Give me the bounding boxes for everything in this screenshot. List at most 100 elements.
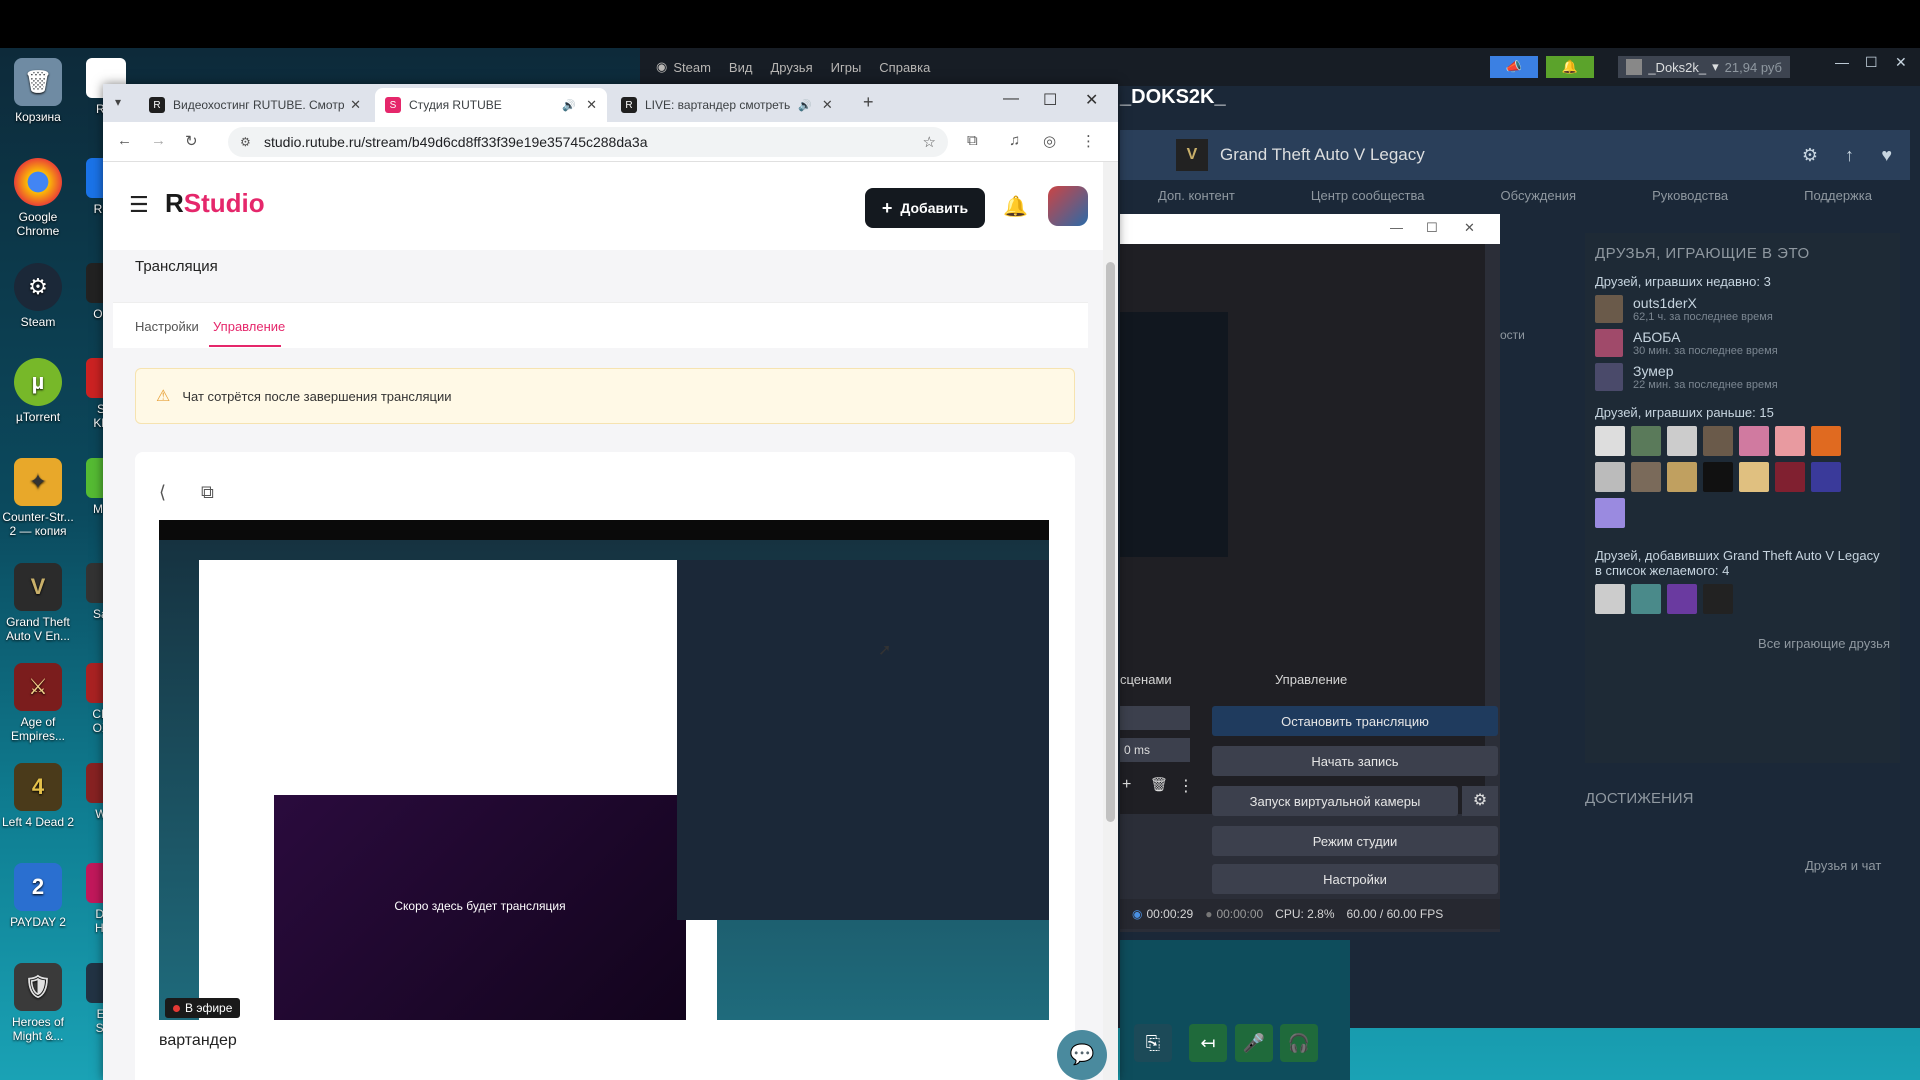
chrome-menu-icon[interactable]: ⋮	[1081, 132, 1096, 150]
friend-avatar[interactable]	[1775, 462, 1805, 492]
media-control-icon[interactable]: ♫	[1009, 132, 1020, 149]
video-player[interactable]: Скоро здесь будет трансляция В эфире	[159, 520, 1049, 1020]
exit-icon[interactable]: ↤	[1189, 1024, 1227, 1062]
tab-manage[interactable]: Управление	[213, 319, 285, 334]
back-icon[interactable]: ←	[117, 132, 132, 149]
desktop-icon-chrome[interactable]: Google Chrome	[0, 158, 76, 238]
trash-icon[interactable]: 🗑	[1150, 776, 1168, 793]
site-info-icon[interactable]: ⚙	[240, 135, 251, 149]
reload-icon[interactable]: ↻	[185, 132, 198, 150]
add-button[interactable]: + Добавить	[865, 188, 985, 228]
friend-avatar[interactable]	[1595, 498, 1625, 528]
friend-avatar[interactable]	[1595, 462, 1625, 492]
bookmark-star-icon[interactable]: ☆	[923, 133, 936, 151]
tab-search-icon[interactable]: ▾	[115, 95, 121, 109]
close-tab-icon[interactable]: ✕	[586, 97, 597, 113]
steam-minimize-icon[interactable]: —	[1835, 54, 1849, 70]
scrollbar-thumb[interactable]	[1106, 262, 1115, 822]
friend-avatar[interactable]	[1595, 584, 1625, 614]
tab-discussions[interactable]: Обсуждения	[1501, 188, 1577, 218]
tab-settings[interactable]: Настройки	[135, 319, 199, 334]
start-record-button[interactable]: Начать запись	[1212, 746, 1498, 776]
desktop-icon-steam[interactable]: ⚙ Steam	[0, 263, 76, 329]
friend-avatar[interactable]	[1703, 584, 1733, 614]
friend-avatar[interactable]	[1811, 426, 1841, 456]
bell-icon[interactable]: 🔔	[1003, 194, 1028, 219]
friend-avatar[interactable]	[1631, 462, 1661, 492]
friend-avatar[interactable]	[1739, 462, 1769, 492]
steam-menu-help[interactable]: Справка	[879, 60, 930, 75]
tab-support[interactable]: Поддержка	[1804, 188, 1872, 218]
broadcast-button[interactable]: 📣	[1490, 56, 1538, 78]
more-icon[interactable]: ⋮	[1178, 776, 1194, 796]
attach-icon[interactable]: ⎘	[1134, 1024, 1172, 1062]
microphone-icon[interactable]: 🎤	[1235, 1024, 1273, 1062]
desktop-icon-left4dead[interactable]: 4 Left 4 Dead 2	[0, 763, 76, 829]
share-icon[interactable]: ⟨	[159, 482, 166, 503]
friend-avatar[interactable]	[1631, 426, 1661, 456]
speaker-icon[interactable]: 🔊	[798, 99, 812, 112]
friend-avatar[interactable]	[1703, 426, 1733, 456]
rutube-studio-logo[interactable]: RStudio	[165, 188, 265, 219]
minimize-icon[interactable]: —	[1003, 90, 1019, 108]
heart-icon[interactable]: ♥	[1881, 145, 1892, 166]
friend-avatar[interactable]	[1631, 584, 1661, 614]
close-icon[interactable]: ✕	[1085, 90, 1098, 110]
tab-guides[interactable]: Руководства	[1652, 188, 1728, 218]
address-bar[interactable]: ⚙ studio.rutube.ru/stream/b49d6cd8ff33f3…	[228, 127, 948, 157]
steam-menu-friends[interactable]: Друзья	[770, 60, 812, 75]
obs-minimize-icon[interactable]: —	[1390, 220, 1403, 235]
browser-tab-active[interactable]: S Студия RUTUBE 🔊 ✕	[375, 88, 607, 122]
upload-icon[interactable]: ↑	[1845, 145, 1854, 166]
steam-maximize-icon[interactable]: ☐	[1865, 54, 1878, 71]
help-chat-button[interactable]: 💬	[1057, 1030, 1107, 1080]
friend-avatar[interactable]	[1811, 462, 1841, 492]
steam-menu-steam[interactable]: Steam	[673, 60, 711, 75]
desktop-icon-heroes[interactable]: 🛡 Heroes of Might &...	[0, 963, 76, 1043]
friend-avatar[interactable]	[1703, 462, 1733, 492]
desktop-icon-counter-strike[interactable]: ✦ Counter-Str... 2 — копия	[0, 458, 76, 538]
studio-mode-button[interactable]: Режим студии	[1212, 826, 1498, 856]
close-tab-icon[interactable]: ✕	[822, 97, 833, 113]
obs-maximize-icon[interactable]: ☐	[1426, 220, 1438, 236]
friend-avatar[interactable]	[1595, 426, 1625, 456]
speaker-icon[interactable]: 🔊	[562, 99, 576, 112]
friend-avatar[interactable]	[1739, 426, 1769, 456]
profile-icon[interactable]: ◎	[1043, 132, 1056, 150]
notifications-button[interactable]: 🔔	[1546, 56, 1594, 78]
desktop-icon-payday2[interactable]: 2 PAYDAY 2	[0, 863, 76, 929]
steam-menu-view[interactable]: Вид	[729, 60, 753, 75]
forward-icon[interactable]: →	[151, 132, 166, 149]
desktop-icon-age-of-empires[interactable]: ⚔ Age of Empires...	[0, 663, 76, 743]
obs-settings-button[interactable]: Настройки	[1212, 864, 1498, 894]
delay-field[interactable]: 0 ms	[1120, 738, 1190, 762]
hamburger-menu-icon[interactable]: ☰	[129, 192, 149, 218]
friends-chat-button[interactable]: Друзья и чат	[1805, 858, 1881, 873]
extensions-icon[interactable]: ⧉	[967, 132, 978, 149]
headphones-icon[interactable]: 🎧	[1280, 1024, 1318, 1062]
desktop-icon-recycle-bin[interactable]: 🗑 Корзина	[0, 58, 76, 124]
obs-close-icon[interactable]: ✕	[1464, 220, 1475, 236]
steam-close-icon[interactable]: ✕	[1895, 54, 1907, 71]
close-tab-icon[interactable]: ✕	[350, 97, 361, 113]
friend-item[interactable]: АБОБА 30 мин. за последнее время	[1595, 329, 1890, 357]
open-external-icon[interactable]: ⧉	[201, 482, 214, 503]
stop-stream-button[interactable]: Остановить трансляцию	[1212, 706, 1498, 736]
avatar[interactable]	[1048, 186, 1088, 226]
browser-tab[interactable]: R LIVE: вартандер смотреть 🔊 ✕	[611, 88, 843, 122]
desktop-icon-gta[interactable]: V Grand Theft Auto V En...	[0, 563, 76, 643]
friend-item[interactable]: outs1derX 62,1 ч. за последнее время	[1595, 295, 1890, 323]
steam-user-menu[interactable]: _Doks2k_ ▾ 21,94 руб	[1618, 56, 1790, 78]
gear-icon[interactable]: ⚙	[1802, 145, 1818, 166]
add-icon[interactable]: +	[1122, 776, 1131, 794]
browser-tab[interactable]: R Видеохостинг RUTUBE. Смотр ✕	[139, 88, 371, 122]
virtual-camera-button[interactable]: Запуск виртуальной камеры	[1212, 786, 1458, 816]
friend-avatar[interactable]	[1667, 426, 1697, 456]
all-friends-link[interactable]: Все играющие друзья	[1595, 636, 1890, 651]
friend-avatar[interactable]	[1775, 426, 1805, 456]
maximize-icon[interactable]: ☐	[1043, 90, 1057, 110]
scene-dropdown[interactable]	[1120, 706, 1190, 730]
friend-avatar[interactable]	[1667, 584, 1697, 614]
friend-item[interactable]: Зумер 22 мин. за последнее время	[1595, 363, 1890, 391]
new-tab-icon[interactable]: +	[863, 92, 874, 113]
